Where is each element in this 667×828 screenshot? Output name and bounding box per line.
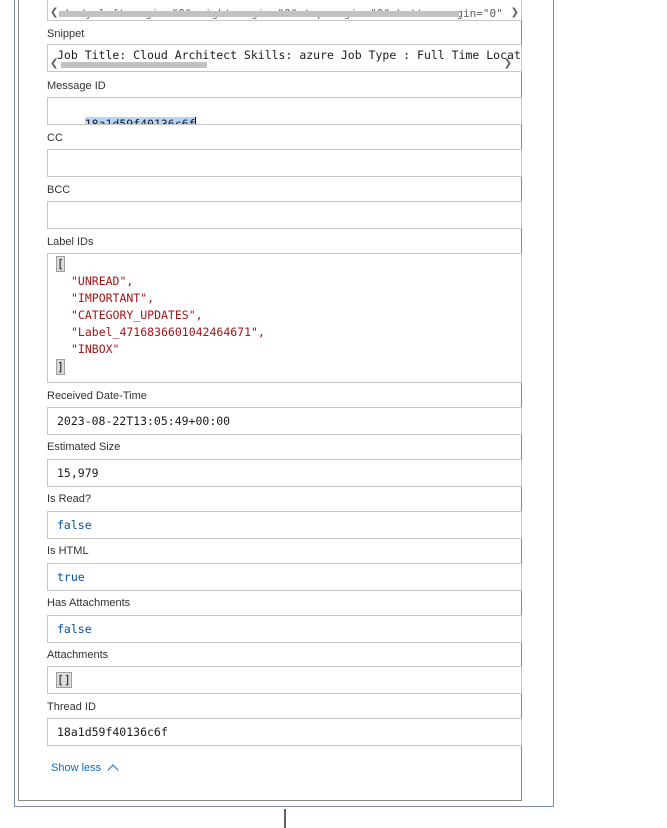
is-html-field[interactable]: true	[47, 563, 522, 591]
received-label: Received Date-Time	[47, 390, 147, 402]
is-html-label: Is HTML	[47, 545, 89, 557]
json-close-bracket: ]	[56, 359, 65, 375]
message-id-value: 18a1d59f40136c6f	[84, 117, 196, 124]
is-read-field[interactable]: false	[47, 511, 522, 539]
flow-connector-line	[284, 809, 286, 828]
label-id-item: "INBOX"	[71, 342, 120, 356]
show-less-button[interactable]: Show less	[51, 762, 119, 776]
thread-id-label: Thread ID	[47, 701, 96, 713]
attachments-field[interactable]: []	[47, 666, 522, 694]
thread-id-value: 18a1d59f40136c6f	[57, 725, 168, 739]
size-field[interactable]: 15,979	[47, 459, 522, 487]
size-label: Estimated Size	[47, 441, 121, 453]
body-field-scrollbar[interactable]: ❮ ❯	[49, 7, 520, 19]
snippet-scrollbar[interactable]: ❮ ❯	[49, 58, 520, 70]
has-attachments-value: false	[57, 622, 92, 636]
attachments-label: Attachments	[47, 649, 109, 661]
label-ids-field[interactable]: [ "UNREAD", "IMPORTANT", "CATEGORY_UPDAT…	[47, 253, 522, 383]
scroll-right-icon[interactable]: ❯	[504, 58, 512, 70]
snippet-field[interactable]: Job Title: Cloud Architect Skills: azure…	[47, 44, 522, 72]
is-html-value: true	[57, 570, 85, 584]
scrollbar-thumb[interactable]	[61, 62, 207, 68]
chevron-up-icon	[107, 764, 119, 776]
size-value: 15,979	[57, 466, 99, 480]
bcc-label: BCC	[47, 184, 71, 196]
label-id-item: "IMPORTANT",	[71, 291, 155, 305]
message-id-field[interactable]: 18a1d59f40136c6f	[47, 97, 522, 125]
is-read-label: Is Read?	[47, 493, 92, 505]
message-id-label: Message ID	[47, 80, 106, 92]
thread-id-field[interactable]: 18a1d59f40136c6f	[47, 718, 522, 746]
attachments-value: []	[56, 672, 72, 688]
is-read-value: false	[57, 518, 92, 532]
text-caret	[195, 117, 197, 124]
body-field[interactable]: <body leftmargin="0" rightmargin="0" top…	[47, 0, 522, 21]
has-attachments-field[interactable]: false	[47, 615, 522, 643]
json-open-bracket: [	[56, 256, 65, 272]
cc-field[interactable]	[47, 149, 522, 177]
snippet-label: Snippet	[47, 28, 85, 40]
bcc-field[interactable]	[47, 201, 522, 229]
show-less-label: Show less	[51, 762, 102, 774]
scroll-right-icon[interactable]: ❯	[511, 7, 519, 19]
received-field[interactable]: 2023-08-22T13:05:49+00:00	[47, 407, 522, 435]
label-ids-label: Label IDs	[47, 236, 94, 248]
label-id-item: "UNREAD",	[71, 274, 134, 288]
label-id-item: "Label_4716836601042464671",	[71, 325, 265, 339]
received-value: 2023-08-22T13:05:49+00:00	[57, 414, 231, 428]
label-id-item: "CATEGORY_UPDATES",	[71, 308, 203, 322]
has-attachments-label: Has Attachments	[47, 597, 131, 609]
scroll-left-icon[interactable]: ❮	[50, 58, 58, 70]
scrollbar-thumb[interactable]	[59, 11, 459, 17]
scroll-left-icon[interactable]: ❮	[50, 7, 58, 19]
cc-label: CC	[47, 132, 63, 144]
